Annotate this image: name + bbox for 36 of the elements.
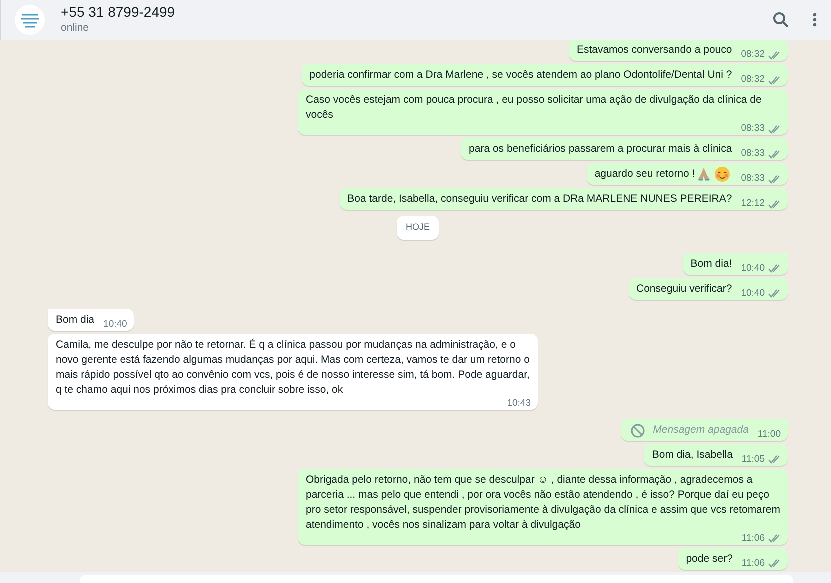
message-time: 10:40	[741, 262, 765, 275]
message-time: 12:12	[741, 198, 765, 210]
contact-name[interactable]: +55 31 8799-2499	[61, 4, 757, 21]
message-text: para os beneficiários passarem a procurar mais à clínica	[469, 142, 732, 157]
message-text: Conseguiu verificar?	[636, 282, 732, 297]
search-icon[interactable]	[773, 12, 789, 28]
menu-icon[interactable]	[813, 13, 817, 27]
message-time: 11:00	[758, 428, 781, 441]
message-time: 08:33	[741, 148, 765, 160]
message-text: Obrigada pelo retorno, não tem que se desculpar ☺ , diante dessa informação , agradecemos a parceria ... mas pelo que entendi , por ora vocês não estão atendendo , é isso? Porque daí eu peço pro setor responsável, suspender provisoriamente à divulgação da clínica e assim que vcs retomarem atendimento , vocês nos sinalizam para voltar à divulgação	[306, 472, 781, 533]
message-time: 08:32	[741, 49, 765, 61]
message-text: poderia confirmar com a Dra Marlene , se vocês atendem ao plano Odontolife/Dental Uni ?	[310, 68, 732, 83]
message-text: aguardo seu retorno !	[594, 167, 696, 182]
message-time: 11:06	[742, 532, 765, 545]
message-text: Estavamos conversando a pouco	[576, 43, 732, 58]
message-text: Boa tarde, Isabella, conseguiu verificar com a DRa MARLENE NUNES PEREIRA?	[348, 192, 732, 208]
message-text: Bom dia	[56, 312, 95, 328]
message-time: 11:06	[742, 558, 765, 570]
message-time: 08:33	[741, 173, 765, 186]
message-time: 08:33	[741, 123, 765, 135]
message-time: 08:32	[741, 74, 765, 86]
deleted-text: Mensagem apagada	[653, 422, 749, 438]
message-time: 10:43	[507, 398, 531, 410]
praying-hands-icon	[697, 167, 712, 182]
message-text: Bom dia!	[690, 256, 732, 272]
message-text: Caso vocês estejam com pouca procura , eu posso solicitar uma ação de divulgação da clínica de vocês	[306, 93, 763, 123]
contact-status: online	[61, 20, 90, 36]
date-separator: HOJE	[396, 216, 439, 240]
message-text: Bom dia, Isabella	[652, 448, 733, 463]
message-text: Camila, me desculpe por não te retornar. É q a clínica passou por mudanças na administração, e o novo gerente está fazendo algumas mudanças por aqui. Mas com certeza, vamos te dar um retorno o mais rápido possível qto ao convênio com vcs, pois é de nosso interesse sim, tá bom. Pode aguardar, q te chamo aqui nos próximos dias pra concluir sobre isso, ok	[56, 338, 531, 398]
message-time: 11:05	[742, 454, 765, 466]
blocked-icon	[631, 424, 646, 438]
message-time: 10:40	[741, 288, 765, 300]
message-time: 10:40	[104, 318, 128, 331]
smiling-face-icon	[715, 167, 730, 182]
message-text: pode ser?	[686, 552, 733, 567]
